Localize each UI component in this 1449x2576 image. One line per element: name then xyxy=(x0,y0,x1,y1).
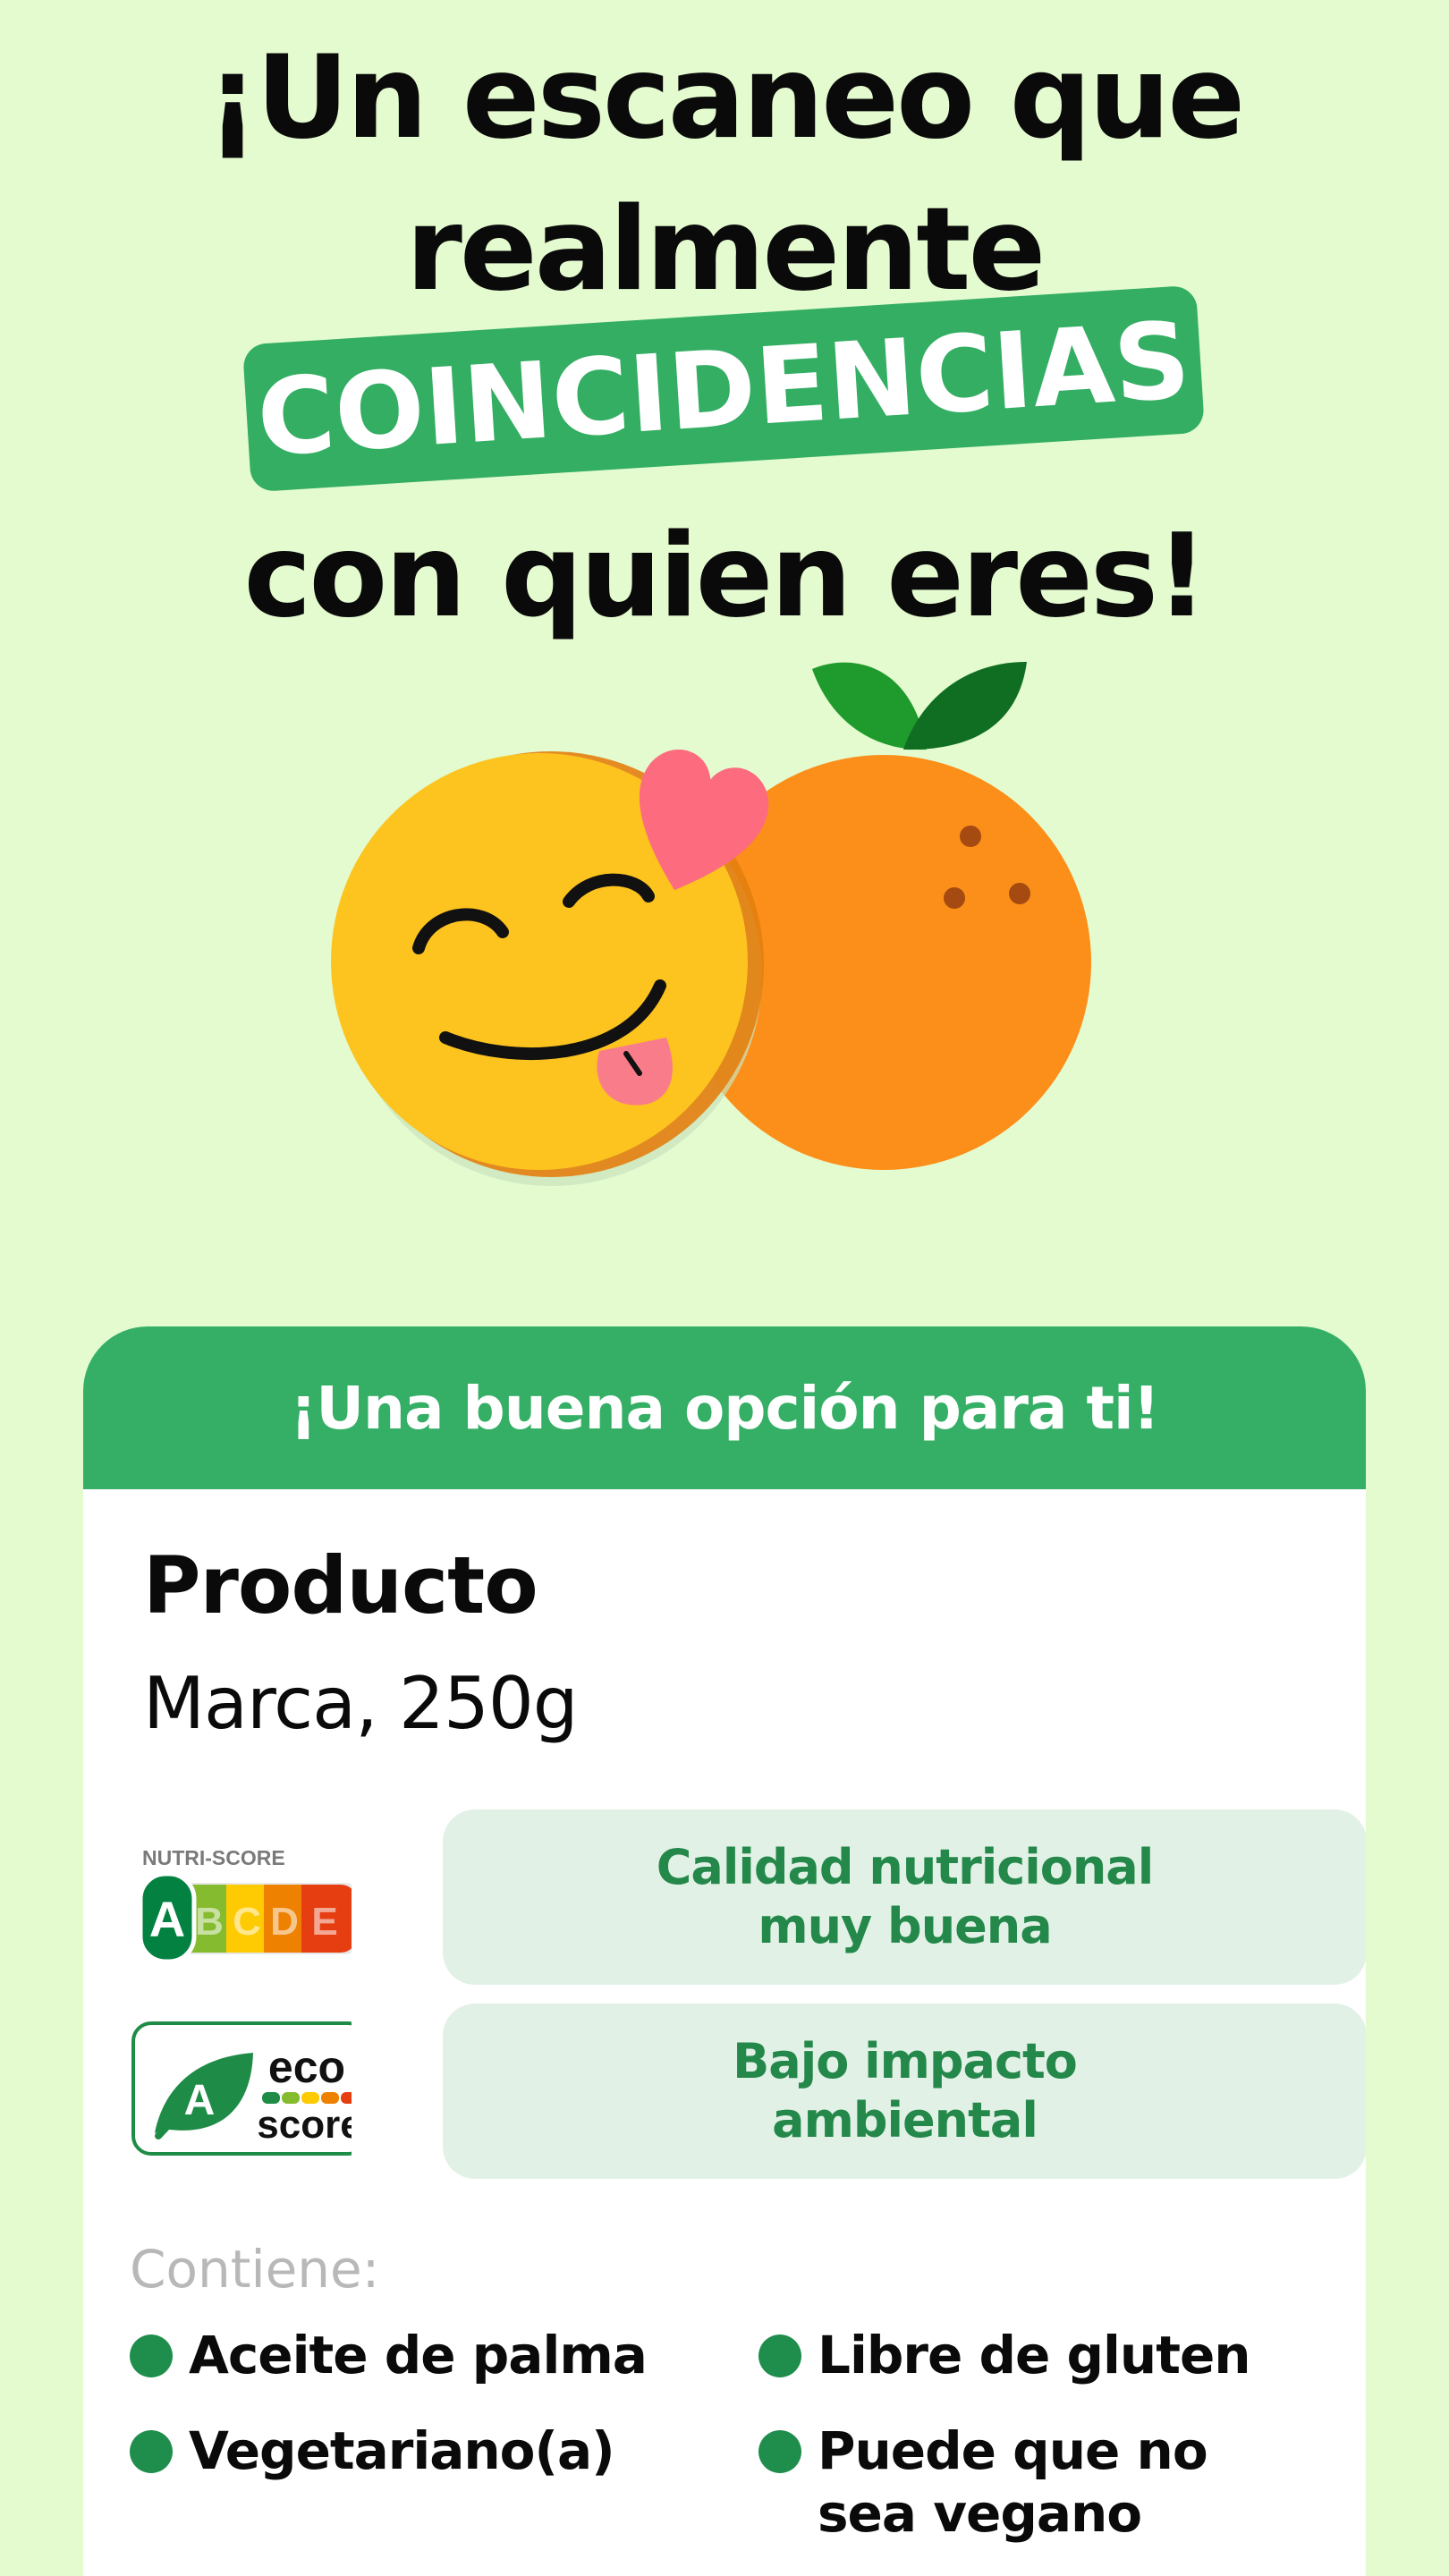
headline-line-1: ¡Un escaneo que xyxy=(206,31,1245,165)
nutri-grade-e: E xyxy=(311,1900,337,1944)
eco-score-badge-icon: A eco score xyxy=(131,2021,352,2156)
nutri-score-badge-icon: NUTRI-SCORE A B C D E xyxy=(138,1846,352,1964)
headline-highlight-text: COINCIDENCIAS xyxy=(253,297,1194,480)
headline-highlight-badge: COINCIDENCIAS xyxy=(242,284,1206,493)
bullet-dot-icon xyxy=(758,2430,801,2473)
bullet-dot-icon xyxy=(130,2430,173,2473)
eco-score-row: A eco score Bajo impacto ambiental xyxy=(128,2004,1366,2179)
eco-word-top: eco xyxy=(268,2042,345,2092)
eco-score-description-text: Bajo impacto ambiental xyxy=(733,2033,1078,2148)
product-name: Producto xyxy=(143,1539,538,1631)
eco-score-description[interactable]: Bajo impacto ambiental xyxy=(443,2004,1366,2179)
product-brand: Marca, 250g xyxy=(143,1662,579,1745)
nutri-grade-b: B xyxy=(195,1900,224,1944)
eco-word-bottom: score xyxy=(257,2103,352,2147)
attribute-item: Vegetariano(a) xyxy=(130,2419,654,2482)
attribute-label: Vegetariano(a) xyxy=(189,2420,615,2481)
headline-highlight-wrap: COINCIDENCIAS xyxy=(0,279,1449,503)
card-header: ¡Una buena opción para ti! xyxy=(83,1326,1366,1489)
contains-label: Contiene: xyxy=(130,2239,380,2300)
product-card[interactable]: ¡Una buena opción para ti! Producto Marc… xyxy=(83,1326,1366,2576)
illustration xyxy=(331,662,1091,1186)
nutri-grade-c: C xyxy=(233,1900,261,1944)
attribute-item: Aceite de palma xyxy=(130,2324,654,2386)
nutri-score-caption: NUTRI-SCORE xyxy=(142,1846,285,1869)
nutri-score-description-text: Calidad nutricional muy buena xyxy=(656,1839,1155,1954)
attribute-label: Puede que no sea vegano xyxy=(818,2420,1208,2544)
nutri-grade-d: D xyxy=(270,1900,299,1944)
nutri-score-row: NUTRI-SCORE A B C D E Calidad nutriciona… xyxy=(128,1809,1366,1985)
attribute-item: Libre de gluten xyxy=(758,2324,1283,2386)
headline-line-3: con quien eres! xyxy=(243,510,1208,643)
onboarding-screen: ¡Un escaneo que realmente COINCIDENCIAS … xyxy=(0,0,1449,2576)
attribute-label: Aceite de palma xyxy=(189,2325,648,2385)
leaf-icon xyxy=(812,662,1027,750)
attribute-label: Libre de gluten xyxy=(818,2325,1251,2385)
bullet-dot-icon xyxy=(758,2334,801,2377)
attribute-item: Puede que no sea vegano xyxy=(758,2419,1283,2545)
eco-grade: A xyxy=(184,2077,216,2124)
bullet-dot-icon xyxy=(130,2334,173,2377)
nutri-grade-a: A xyxy=(149,1891,185,1947)
nutri-score-description[interactable]: Calidad nutricional muy buena xyxy=(443,1809,1366,1985)
